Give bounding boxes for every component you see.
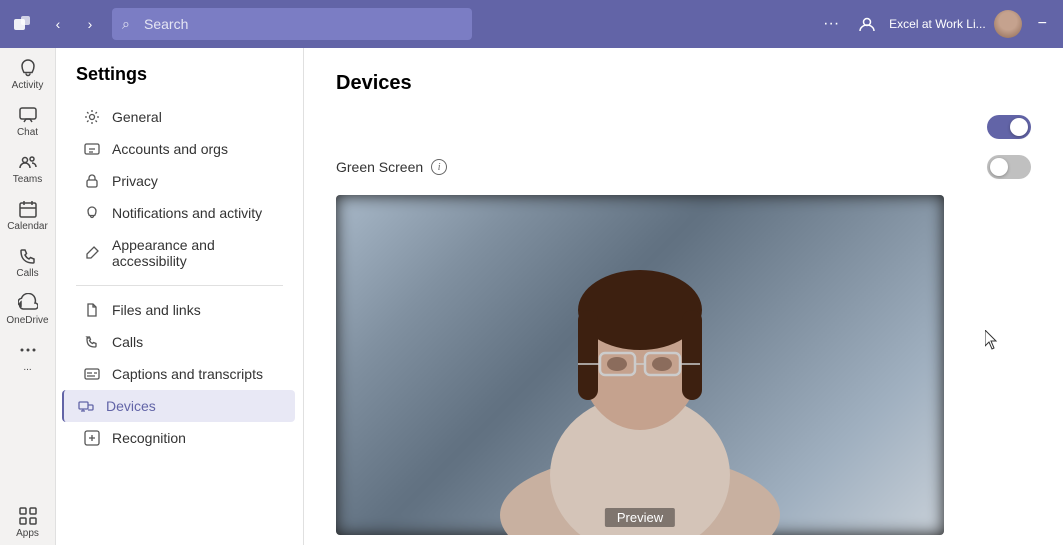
settings-item-accounts-label: Accounts and orgs [112,141,228,157]
forward-button[interactable]: › [76,10,104,38]
sidebar-item-chat-label: Chat [17,127,38,138]
sidebar-item-more[interactable]: ... [2,334,54,379]
username-label: Excel at Work Li... [889,17,985,31]
sidebar-item-activity[interactable]: Activity [2,52,54,97]
green-screen-info-icon[interactable]: i [431,159,447,175]
settings-item-calls-settings[interactable]: Calls [64,326,295,358]
bell-icon [84,205,100,221]
main-layout: Activity Chat Teams Calendar Calls OneDr… [0,48,1063,545]
sidebar-item-calendar-label: Calendar [7,221,48,232]
minimize-button[interactable]: − [1030,15,1055,33]
settings-item-calls-label: Calls [112,334,143,350]
settings-item-appearance-label: Appearance and accessibility [112,237,275,269]
settings-item-notifications[interactable]: Notifications and activity [64,197,295,229]
settings-item-captions[interactable]: Captions and transcripts [64,358,295,390]
phone-icon [84,334,100,350]
icon-sidebar: Activity Chat Teams Calendar Calls OneDr… [0,48,56,545]
sidebar-item-onedrive-label: OneDrive [6,315,48,326]
green-screen-toggle[interactable] [987,155,1031,179]
settings-item-devices[interactable]: Devices [62,390,295,422]
sidebar-item-onedrive[interactable]: OneDrive [2,287,54,332]
sidebar-item-activity-label: Activity [12,80,44,91]
green-screen-row: Green Screen i [336,147,1031,187]
nav-back-forward: ‹ › [44,10,104,38]
top-toggle-track [987,115,1031,139]
settings-item-captions-label: Captions and transcripts [112,366,263,382]
settings-item-privacy-label: Privacy [112,173,158,189]
sidebar-item-apps[interactable]: Apps [2,500,54,545]
sidebar-item-more-label: ... [23,362,31,373]
sidebar-item-calendar[interactable]: Calendar [2,193,54,238]
top-toggle-thumb [1010,118,1028,136]
person-silhouette [490,195,790,535]
settings-item-general-label: General [112,109,162,125]
green-screen-label-container: Green Screen i [336,159,447,175]
settings-title: Settings [56,64,303,101]
settings-item-accounts[interactable]: Accounts and orgs [64,133,295,165]
search-container: ⌕ [112,8,472,40]
lock-icon [84,173,100,189]
settings-sidebar: Settings General Accounts and orgs Priva… [56,48,304,545]
topbar: ‹ › ⌕ ··· Excel at Work Li... − [0,0,1063,48]
camera-preview: Preview [336,195,944,535]
gear-icon [84,109,100,125]
settings-item-recognition[interactable]: Recognition [64,422,295,454]
camera-person-container [336,195,944,535]
brush-icon [84,245,100,261]
settings-item-appearance[interactable]: Appearance and accessibility [64,229,295,277]
settings-item-notifications-label: Notifications and activity [112,205,262,221]
sidebar-item-teams-label: Teams [13,174,42,185]
recognition-icon [84,430,100,446]
settings-item-privacy[interactable]: Privacy [64,165,295,197]
captions-icon [84,366,100,382]
settings-item-files[interactable]: Files and links [64,294,295,326]
back-button[interactable]: ‹ [44,10,72,38]
page-title: Devices [336,72,1031,95]
devices-icon [78,398,94,414]
green-screen-label: Green Screen [336,159,423,175]
file-icon [84,302,100,318]
sidebar-item-calls[interactable]: Calls [2,240,54,285]
search-input[interactable] [112,8,472,40]
green-screen-toggle-track [987,155,1031,179]
content-area: Devices Green Screen i [304,48,1063,545]
avatar[interactable] [994,10,1022,38]
accounts-icon [84,141,100,157]
avatar-image [994,10,1022,38]
settings-item-devices-label: Devices [106,398,156,414]
settings-item-files-label: Files and links [112,302,201,318]
preview-label: Preview [605,508,675,527]
sidebar-item-apps-label: Apps [16,528,39,539]
settings-item-recognition-label: Recognition [112,430,186,446]
sidebar-item-teams[interactable]: Teams [2,146,54,191]
profile-search-button[interactable] [853,10,881,38]
teams-logo [8,10,36,38]
settings-divider [76,285,283,286]
more-options-button[interactable]: ··· [817,10,845,38]
topbar-right: ··· Excel at Work Li... − [817,10,1055,38]
settings-item-general[interactable]: General [64,101,295,133]
top-toggle[interactable] [987,115,1031,139]
sidebar-item-chat[interactable]: Chat [2,99,54,144]
sidebar-item-calls-label: Calls [16,268,38,279]
green-screen-toggle-thumb [990,158,1008,176]
